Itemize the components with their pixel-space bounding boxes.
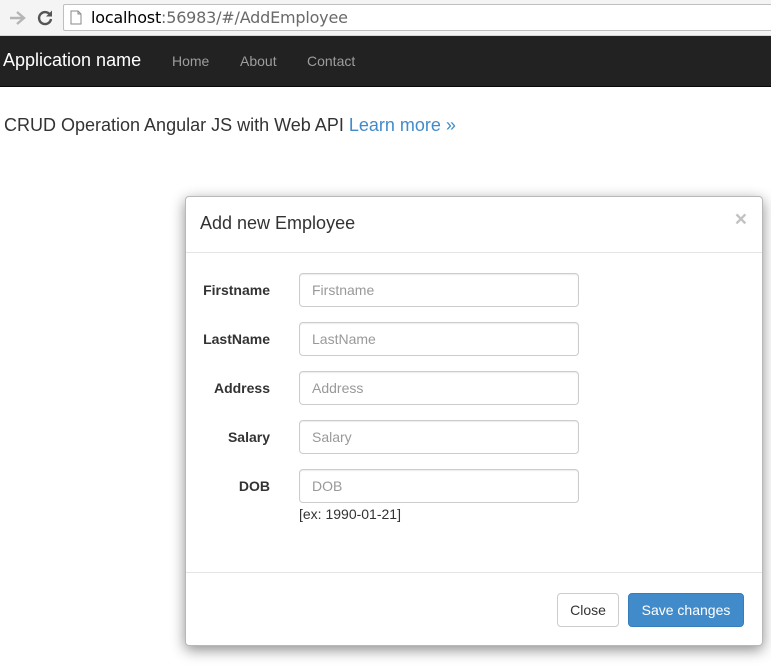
form-row-lastname: LastName [186,322,762,356]
page-lead: CRUD Operation Angular JS with Web API L… [4,115,456,136]
close-button[interactable]: Close [557,593,619,627]
firstname-input[interactable] [299,273,579,307]
lastname-label: LastName [203,331,270,347]
add-employee-modal: Add new Employee × Firstname LastName Ad… [185,196,763,646]
nav-link-about[interactable]: About [240,53,277,69]
browser-toolbar: localhost:56983/#/AddEmployee [0,0,771,36]
address-input[interactable] [299,371,579,405]
reload-icon [37,10,53,26]
nav-link-home[interactable]: Home [172,53,209,69]
dob-input[interactable] [299,469,579,503]
form-row-firstname: Firstname [186,273,762,307]
url-host: localhost [91,8,162,27]
firstname-label: Firstname [203,282,270,298]
save-changes-button[interactable]: Save changes [628,593,744,627]
lead-text: CRUD Operation Angular JS with Web API [4,115,344,135]
dob-hint: [ex: 1990-01-21] [299,506,401,522]
dob-label: DOB [238,478,270,494]
lastname-input[interactable] [299,322,579,356]
form-row-address: Address [186,371,762,405]
salary-label: Salary [227,429,270,445]
back-button[interactable] [6,7,28,29]
url-path: :56983/#/AddEmployee [161,8,348,27]
address-url: localhost:56983/#/AddEmployee [91,8,348,27]
address-label: Address [213,380,270,396]
modal-footer: Close Save changes [186,572,762,646]
salary-input[interactable] [299,420,579,454]
address-bar[interactable]: localhost:56983/#/AddEmployee [63,4,771,31]
form-row-dob: DOB [186,469,762,503]
nav-link-contact[interactable]: Contact [307,53,355,69]
form-row-salary: Salary [186,420,762,454]
navbar: Application name Home About Contact [0,36,771,87]
learn-more-link[interactable]: Learn more » [349,115,456,135]
modal-title: Add new Employee [200,213,356,233]
back-arrow-icon [10,11,26,25]
navbar-brand[interactable]: Application name [3,50,141,71]
modal-header: Add new Employee × [186,197,762,253]
close-icon[interactable]: × [735,209,747,230]
reload-button[interactable] [34,7,56,29]
page-icon [70,9,84,26]
